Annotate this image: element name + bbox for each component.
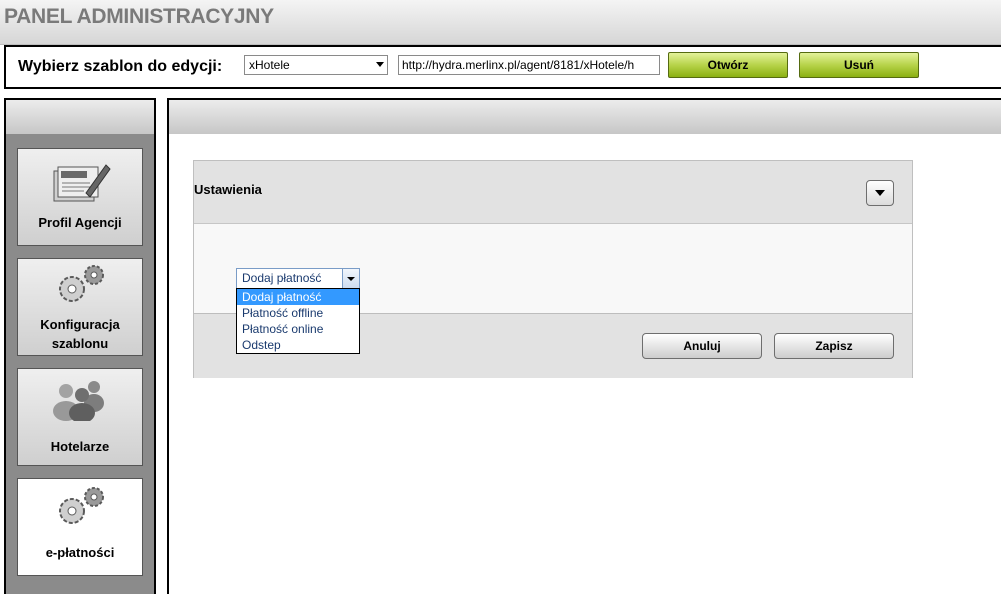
gears-icon bbox=[59, 487, 104, 524]
payment-type-options: Dodaj płatność Płatność offline Płatność… bbox=[236, 288, 360, 354]
delete-button[interactable]: Usuń bbox=[799, 52, 919, 78]
payment-type-select[interactable]: Dodaj płatność bbox=[236, 268, 360, 289]
sidebar-item-profil-agencji[interactable]: Profil Agencji bbox=[17, 148, 143, 246]
sidebar: Profil Agencji Konfiguracja szablonu Hot… bbox=[4, 134, 156, 594]
content-header-bar bbox=[167, 98, 1001, 138]
chevron-down-icon[interactable] bbox=[342, 269, 359, 288]
cancel-button[interactable]: Anuluj bbox=[642, 333, 762, 359]
template-selector-label: Wybierz szablon do edycji: bbox=[18, 58, 223, 75]
sidebar-item-label: Konfiguracja szablonu bbox=[40, 317, 120, 351]
sidebar-item-konfiguracja-szablonu[interactable]: Konfiguracja szablonu bbox=[17, 258, 143, 356]
option-platnosc-online[interactable]: Płatność online bbox=[237, 321, 359, 337]
open-button[interactable]: Otwórz bbox=[668, 52, 788, 78]
settings-panel-title: Ustawienia bbox=[194, 182, 262, 197]
sidebar-header-bar bbox=[4, 98, 156, 138]
chevron-down-icon bbox=[376, 62, 384, 67]
payment-type-select-value: Dodaj płatność bbox=[242, 271, 322, 285]
users-icon bbox=[53, 381, 104, 421]
gears-icon bbox=[59, 265, 104, 302]
app-header: PANEL ADMINISTRACYJNY bbox=[0, 0, 1001, 45]
template-select[interactable]: xHotele bbox=[244, 55, 388, 75]
sidebar-item-label: Profil Agencji bbox=[38, 215, 122, 230]
app-title: PANEL ADMINISTRACYJNY bbox=[4, 5, 274, 28]
sidebar-item-label: Hotelarze bbox=[50, 439, 110, 454]
template-select-value: xHotele bbox=[249, 58, 290, 72]
settings-panel-header: Ustawienia bbox=[194, 161, 912, 224]
sidebar-item-e-platnosci[interactable]: e-płatności bbox=[17, 478, 143, 576]
template-selector-bar: Wybierz szablon do edycji: xHotele http:… bbox=[4, 45, 1001, 89]
option-dodaj-platnosc[interactable]: Dodaj płatność bbox=[237, 289, 359, 305]
option-odstep[interactable]: Odstep bbox=[237, 337, 359, 353]
option-platnosc-offline[interactable]: Płatność offline bbox=[237, 305, 359, 321]
collapse-toggle-button[interactable] bbox=[866, 180, 894, 206]
profile-card-icon bbox=[53, 164, 111, 202]
template-url-field[interactable]: http://hydra.merlinx.pl/agent/8181/xHote… bbox=[398, 55, 660, 75]
sidebar-item-label: e-płatności bbox=[45, 545, 115, 560]
save-button[interactable]: Zapisz bbox=[774, 333, 894, 359]
sidebar-item-hotelarze[interactable]: Hotelarze bbox=[17, 368, 143, 466]
template-url-value: http://hydra.merlinx.pl/agent/8181/xHote… bbox=[402, 58, 635, 72]
